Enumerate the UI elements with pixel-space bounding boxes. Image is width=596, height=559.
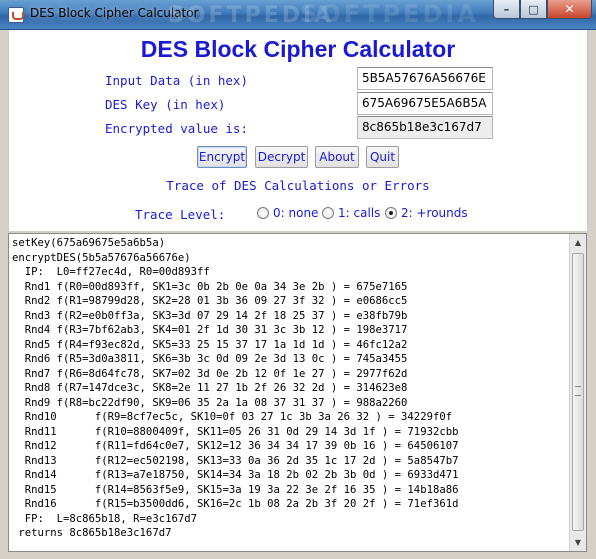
trace-level-rounds-radio[interactable]: 2: +rounds	[385, 206, 468, 220]
trace-line: Rnd5 f(R4=f93ec82d, SK5=33 25 15 37 17 1…	[12, 338, 408, 351]
trace-line: Rnd2 f(R1=98799d28, SK2=28 01 3b 36 09 2…	[12, 295, 408, 307]
close-button[interactable]: ✕	[547, 0, 592, 19]
trace-line: Rnd15 f(R14=8563f5e9, SK15=3a 19 3a 22 3…	[12, 483, 459, 496]
minimize-button[interactable]: –	[493, 0, 520, 19]
trace-output-area[interactable]: setKey(675a69675e5a6b5a) encryptDES(5b5a5…	[8, 233, 587, 552]
java-app-icon	[8, 7, 24, 23]
trace-line: Rnd4 f(R3=7bf62ab3, SK4=01 2f 1d 30 31 3…	[12, 324, 408, 336]
trace-line: Rnd16 f(R15=b3500dd6, SK16=2c 1b 08 2a 2…	[12, 498, 459, 510]
radio-unchecked-icon	[322, 207, 334, 219]
radio-unchecked-icon	[257, 207, 269, 219]
input-data-label: Input Data (in hex)	[105, 73, 248, 88]
trace-level-calls-radio[interactable]: 1: calls	[322, 206, 380, 220]
radio-checked-icon	[385, 207, 397, 219]
trace-line: Rnd11 f(R10=8800409f, SK11=05 26 31 0d 2…	[12, 425, 459, 438]
encrypted-value-label: Encrypted value is:	[105, 121, 248, 136]
scroll-up-arrow-icon[interactable]: ▲	[570, 234, 586, 251]
app-heading: DES Block Cipher Calculator	[140, 36, 456, 62]
trace-level-label: Trace Level:	[135, 207, 226, 222]
trace-line: returns 8c865b18e3c167d7	[12, 527, 172, 539]
radio-label: 0: none	[273, 206, 319, 220]
window-controls: – □ ✕	[493, 0, 592, 20]
trace-line: Rnd10 f(R9=8cf7ec5c, SK10=0f 03 27 1c 3b…	[12, 411, 453, 423]
scroll-thumb[interactable]	[572, 253, 584, 531]
input-data-field[interactable]: 5B5A57676A56676E	[357, 67, 493, 90]
radio-label: 1: calls	[338, 206, 381, 220]
maximize-button[interactable]: □	[520, 0, 547, 19]
trace-line: Rnd9 f(R8=bc22df90, SK9=06 35 2a 1a 08 3…	[12, 396, 408, 409]
encrypt-button[interactable]: Encrypt	[197, 146, 247, 168]
decrypt-button[interactable]: Decrypt	[255, 146, 308, 168]
vertical-scrollbar[interactable]: ▲ ▼	[569, 234, 586, 551]
trace-line: IP: L0=ff27ec4d, R0=00d893ff	[12, 266, 210, 278]
encrypted-value-field[interactable]: 8c865b18e3c167d7	[357, 116, 493, 139]
trace-line: Rnd7 f(R6=8d64fc78, SK7=02 3d 0e 2b 12 0…	[12, 367, 408, 380]
des-key-field[interactable]: 675A69675E5A6B5A	[357, 92, 493, 115]
trace-line: Rnd6 f(R5=3d0a3811, SK6=3b 3c 0d 09 2e 3…	[12, 353, 408, 365]
trace-line: Rnd13 f(R12=ec502198, SK13=33 0a 36 2d 3…	[12, 454, 459, 467]
trace-line: encryptDES(5b5a57676a56676e)	[12, 251, 191, 264]
radio-label: 2: +rounds	[401, 206, 468, 220]
trace-line: Rnd14 f(R13=a7e18750, SK14=34 3a 18 2b 0…	[12, 469, 459, 481]
watermark-repeat: SOFTPEDIA	[300, 0, 479, 28]
title-bar[interactable]: DES Block Cipher Calculator SOFTPEDIA SO…	[0, 0, 596, 30]
scroll-down-arrow-icon[interactable]: ▼	[570, 534, 586, 551]
trace-line: FP: L=8c865b18, R=e3c167d7	[12, 512, 197, 525]
quit-button[interactable]: Quit	[366, 146, 399, 168]
trace-level-none-radio[interactable]: 0: none	[257, 206, 318, 220]
about-button[interactable]: About	[315, 146, 359, 168]
trace-line: Rnd8 f(R7=147dce3c, SK8=2e 11 27 1b 2f 2…	[12, 382, 408, 394]
trace-heading: Trace of DES Calculations or Errors	[166, 178, 430, 193]
trace-line: Rnd12 f(R11=fd64c0e7, SK12=12 36 34 34 1…	[12, 440, 459, 452]
trace-line: Rnd1 f(R0=00d893ff, SK1=3c 0b 2b 0e 0a 3…	[12, 280, 408, 293]
trace-output-text: setKey(675a69675e5a6b5a) encryptDES(5b5a5…	[12, 236, 458, 541]
trace-line: setKey(675a69675e5a6b5a)	[12, 237, 166, 249]
trace-line: Rnd3 f(R2=e0b0ff3a, SK3=3d 07 29 14 2f 1…	[12, 309, 408, 322]
des-key-label: DES Key (in hex)	[105, 97, 226, 112]
